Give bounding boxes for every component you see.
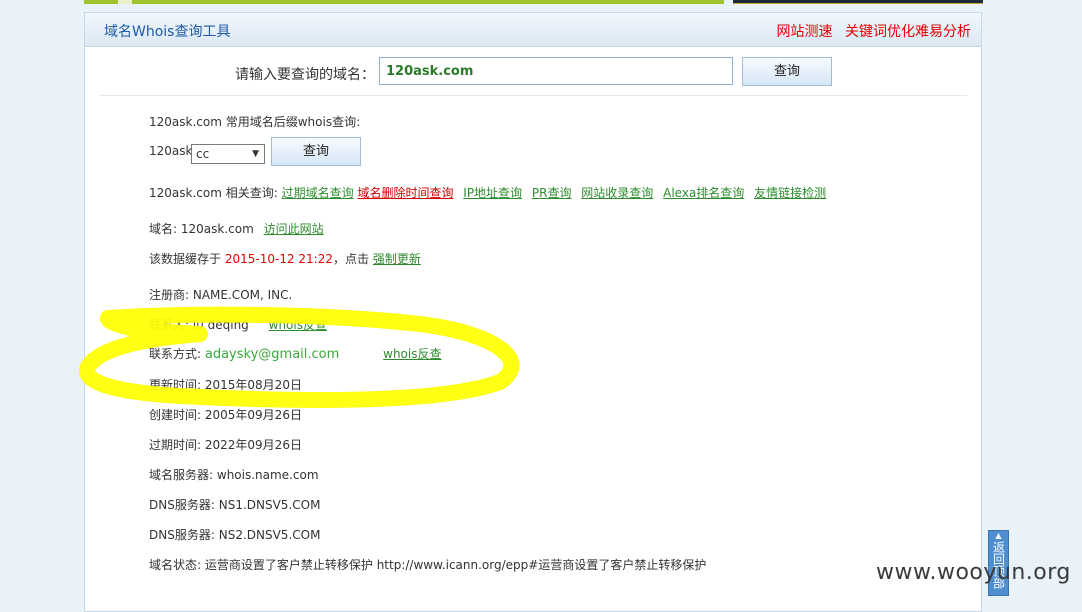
header-links: 网站测速 关键词优化难易分析 [769,21,971,41]
cache-prefix: 该数据缓存于 [149,252,222,266]
force-refresh-link[interactable]: 强制更新 [373,252,421,266]
index-lookup-link[interactable]: 网站收录查询 [581,186,653,200]
email-value: adaysky@gmail.com [204,347,340,362]
speed-test-link[interactable]: 网站测速 [777,24,833,40]
related-queries: 120ask.com 相关查询: 过期域名查询 域名删除时间查询 IP地址查询 … [149,184,826,201]
created-row: 创建时间: 2005年09月26日 [149,406,302,423]
email-reverse-whois-link[interactable]: whois反查 [383,347,441,361]
suffix-selected: cc [196,147,210,161]
updated-label: 更新时间: [149,378,202,392]
dns1-row: DNS服务器: NS1.DNSV5.COM [149,496,320,513]
contact-label: 联系人: [149,318,190,332]
domain-input[interactable] [379,57,733,85]
alexa-rank-link[interactable]: Alexa排名查询 [663,186,744,200]
whois-server-row: 域名服务器: whois.name.com [149,466,319,483]
expires-value: 2022年09月26日 [204,438,302,452]
query-label: 请输入要查询的域名： [235,67,375,83]
dns1-value: NS1.DNSV5.COM [218,498,321,512]
top-bar-tick [118,0,132,4]
domain-label: 域名: [149,222,178,236]
suffix-query-button[interactable]: 查询 [271,137,361,166]
contact-value: lu deqing [192,318,249,332]
divider [99,95,967,96]
related-label: 120ask.com 相关查询: [149,186,278,200]
registrar-value: NAME.COM, INC. [192,288,293,302]
delete-time-link[interactable]: 域名删除时间查询 [357,186,453,200]
dropdown-arrow-icon: ▼ [252,149,259,159]
updated-row: 更新时间: 2015年08月20日 [149,376,302,393]
registrar-label: 注册商: [149,288,190,302]
cache-time: 2015-10-12 21:22 [224,252,333,266]
query-button[interactable]: 查询 [742,57,832,86]
domain-value: 120ask.com [180,222,254,236]
expires-row: 过期时间: 2022年09月26日 [149,436,302,453]
ip-lookup-link[interactable]: IP地址查询 [463,186,522,200]
cache-row: 该数据缓存于 2015-10-12 21:22，点击 强制更新 [149,250,421,267]
watermark: www.wooyun.org [876,560,1071,585]
dns2-value: NS2.DNSV5.COM [218,528,321,542]
top-green-bar [84,0,724,4]
cache-middle: ，点击 [332,252,369,266]
suffix-label: 120ask.com 常用域名后缀whois查询: [149,115,361,129]
whois-server-label: 域名服务器: [149,468,214,482]
panel-header: 域名Whois查询工具 网站测速 关键词优化难易分析 [85,13,981,47]
pr-lookup-link[interactable]: PR查询 [532,186,572,200]
created-label: 创建时间: [149,408,202,422]
email-row: 联系方式: adaysky@gmail.com whois反查 [149,345,441,362]
expired-domain-link[interactable]: 过期域名查询 [282,186,354,200]
updated-value: 2015年08月20日 [204,378,302,392]
dns1-label: DNS服务器: [149,498,215,512]
banner-stripe [733,3,983,4]
top-dark-banner [733,0,983,4]
domain-row: 域名: 120ask.com 访问此网站 [149,220,324,237]
contact-reverse-whois-link[interactable]: whois反查 [269,318,327,332]
suffix-select[interactable]: cc ▼ [191,144,265,164]
page-title: 域名Whois查询工具 [104,24,231,40]
created-value: 2005年09月26日 [204,408,302,422]
expires-label: 过期时间: [149,438,202,452]
status-label: 域名状态: [149,558,202,572]
suffix-prefix: 120ask. [149,144,197,158]
contact-row: 联系人: lu deqing whois反查 [149,316,327,333]
up-arrow-icon: ▲ [995,531,1002,540]
query-row: 请输入要查询的域名： 查询 [85,57,981,87]
registrar-row: 注册商: NAME.COM, INC. [149,286,292,303]
keyword-difficulty-link[interactable]: 关键词优化难易分析 [845,24,971,40]
email-label: 联系方式: [149,347,202,361]
status-row: 域名状态: 运营商设置了客户禁止转移保护 http://www.icann.or… [149,556,706,573]
friend-link-check-link[interactable]: 友情链接检测 [754,186,826,200]
visit-site-link[interactable]: 访问此网站 [264,222,324,236]
whois-panel: 域名Whois查询工具 网站测速 关键词优化难易分析 请输入要查询的域名： 查询… [84,12,982,612]
status-value: 运营商设置了客户禁止转移保护 http://www.icann.org/epp#… [204,558,707,572]
whois-server-value: whois.name.com [216,468,319,482]
suffix-row: 120ask. cc ▼ 查询 [149,137,449,166]
dns2-row: DNS服务器: NS2.DNSV5.COM [149,526,320,543]
dns2-label: DNS服务器: [149,528,215,542]
